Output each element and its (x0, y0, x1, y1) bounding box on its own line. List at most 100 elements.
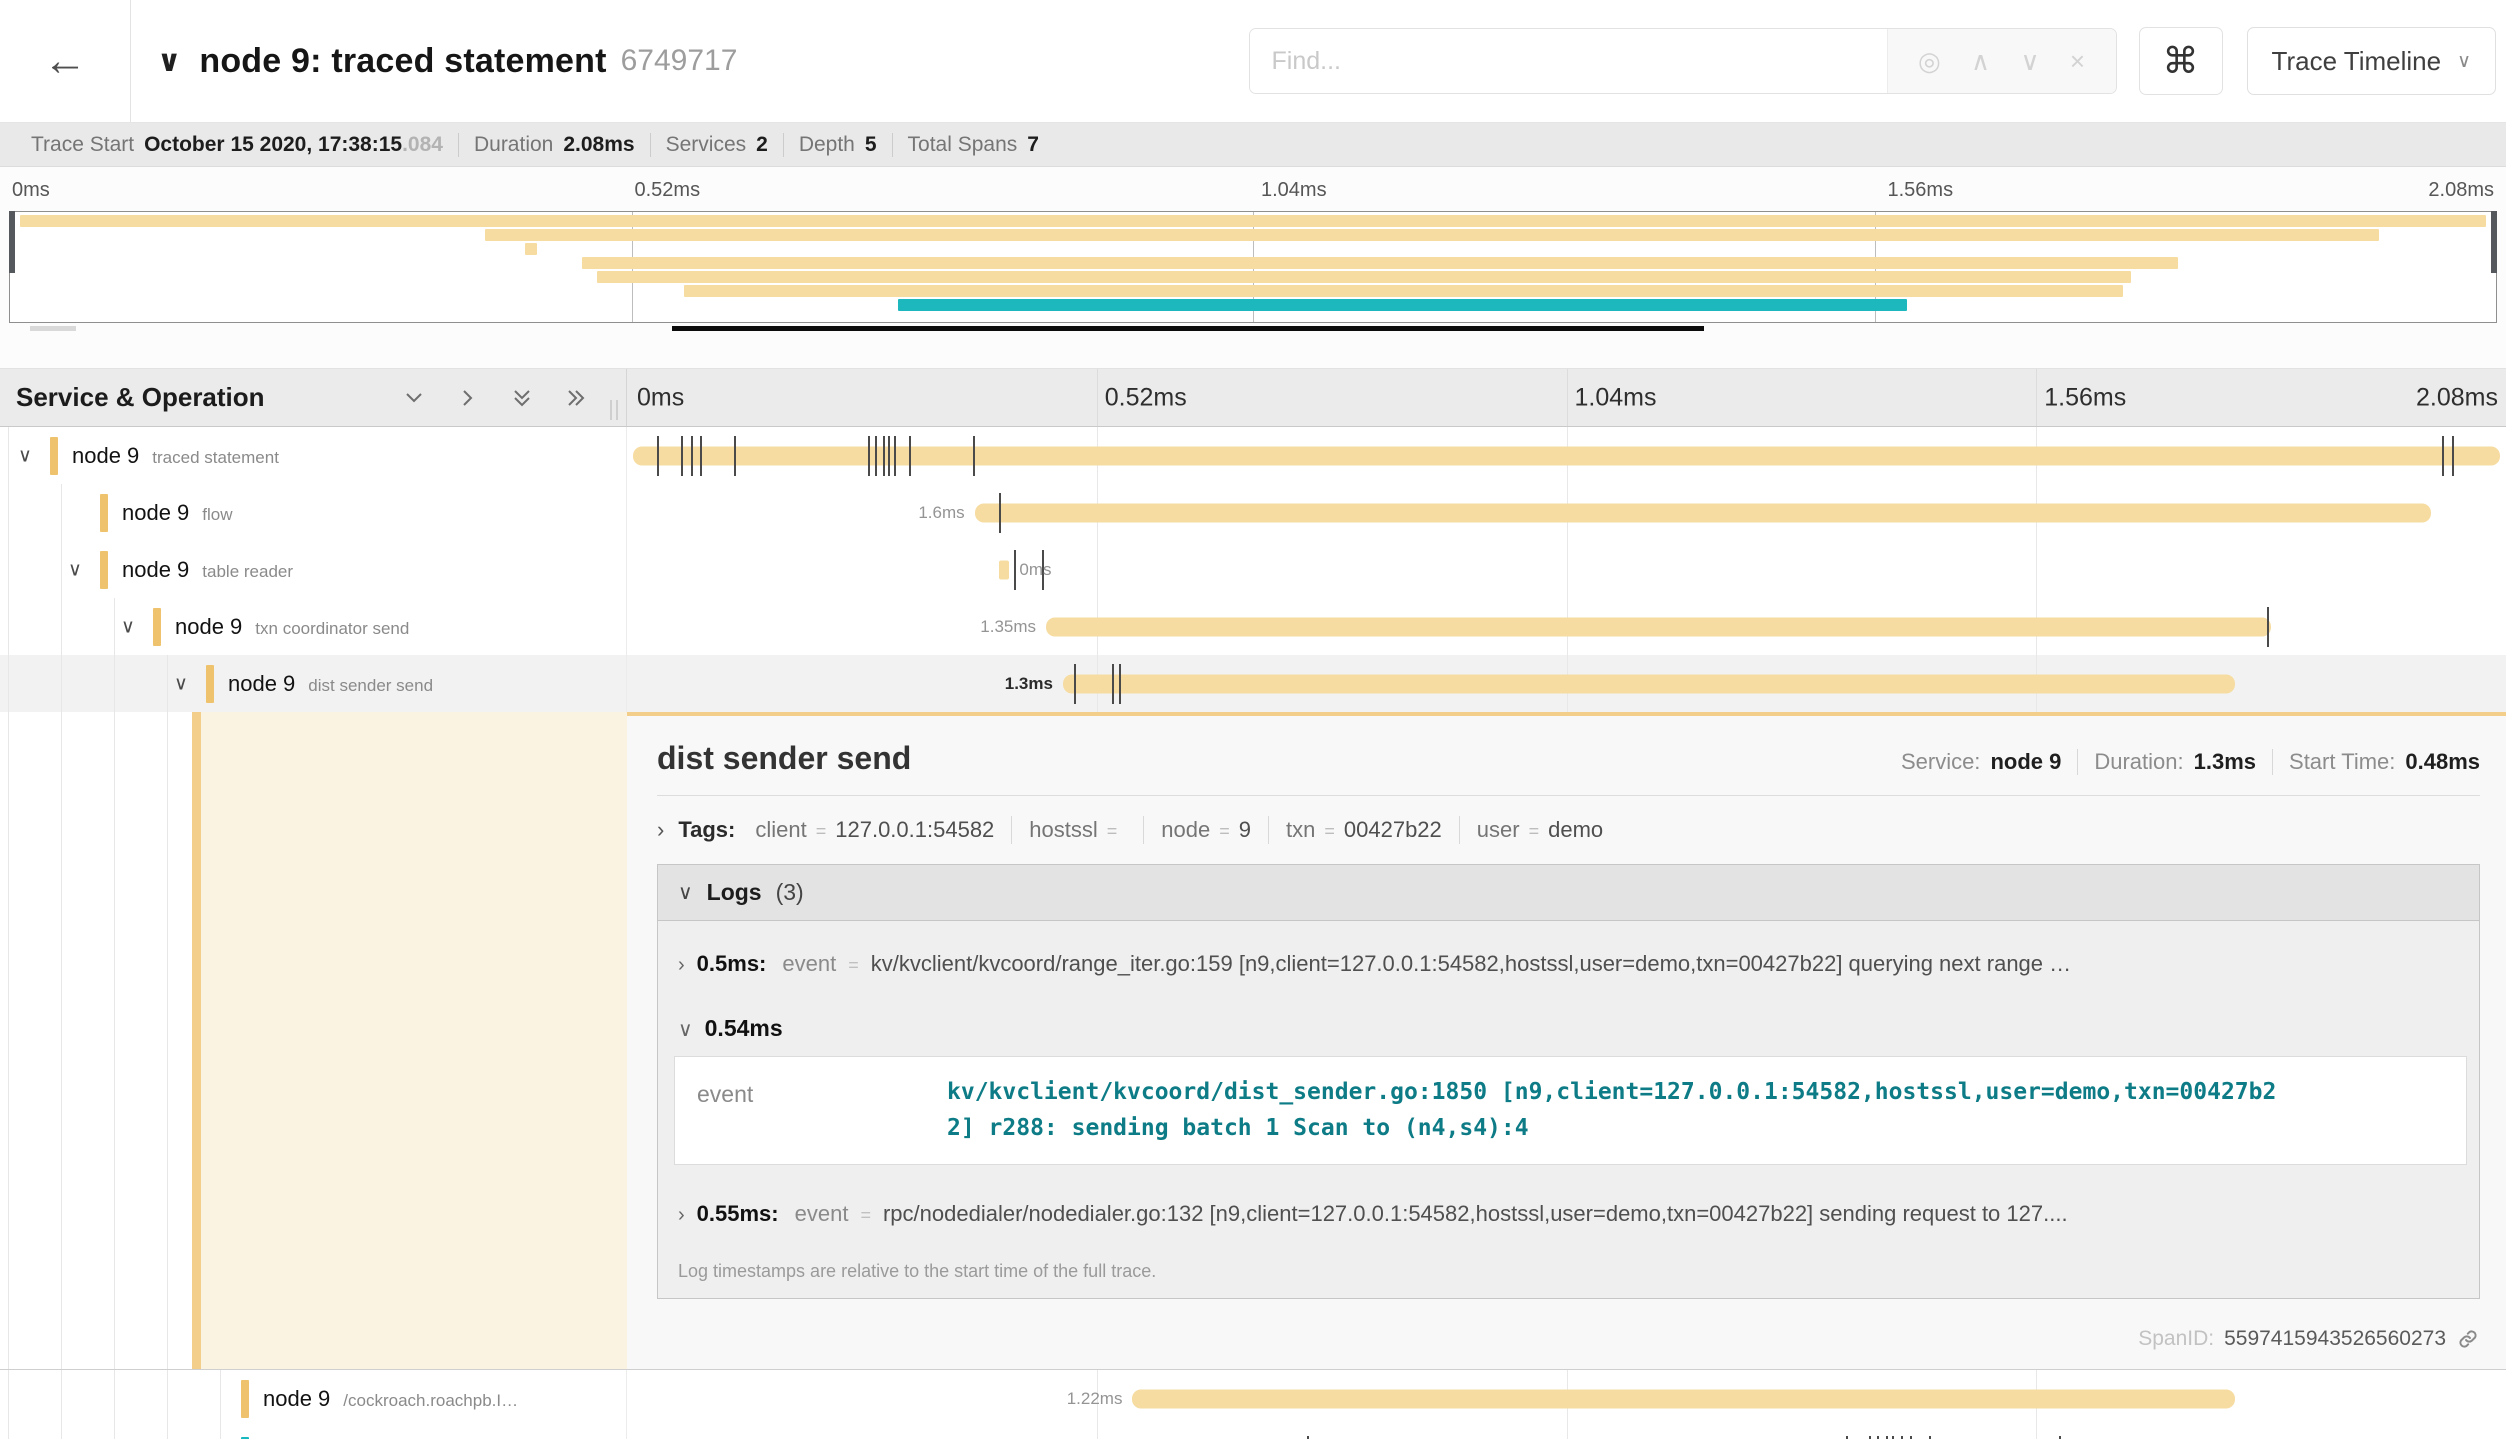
tag: node=9 (1144, 817, 1268, 843)
span-name: node 9traced statement (72, 443, 279, 469)
span-duration-bar[interactable] (999, 560, 1009, 579)
span-timeline-cell[interactable] (627, 427, 2506, 484)
indent-guide (61, 655, 62, 712)
prev-result-icon[interactable]: ∧ (1971, 48, 1990, 74)
log-marker-tick (1074, 664, 1076, 704)
tags-row[interactable]: › Tags: client=127.0.0.1:54582hostssl=no… (657, 816, 2480, 844)
timeline-gridline (1097, 369, 1098, 426)
log-marker-tick (909, 436, 911, 476)
span-duration-bar[interactable] (1132, 1389, 2235, 1408)
span-row[interactable]: ∨node 9txn coordinator send1.35ms (0, 598, 2506, 655)
span-duration-bar[interactable] (975, 503, 2431, 522)
span-row[interactable]: node 9flow1.6ms (0, 484, 2506, 541)
keyboard-shortcuts-button[interactable]: ⌘ (2139, 27, 2223, 95)
find-controls: ◎ ∧ ∨ × (1887, 29, 2116, 93)
chevron-down-icon: ∨ (678, 880, 693, 905)
chevron-down-icon[interactable]: ∨ (121, 615, 135, 638)
axis-tick-label: 0.52ms (1105, 383, 1187, 412)
chevron-down-icon[interactable]: ∨ (18, 444, 32, 467)
span-name: node 9dist sender send (228, 671, 433, 697)
locate-icon[interactable]: ◎ (1918, 48, 1941, 74)
tag-key: txn (1286, 817, 1315, 843)
service-name: node 9 (122, 557, 189, 583)
copy-link-icon[interactable] (2456, 1327, 2480, 1351)
span-tree-cell[interactable]: ∨ node 9traced statement (0, 427, 627, 484)
span-tree-cell[interactable]: node 4/cockroach.roachpb.I… (0, 1427, 627, 1439)
span-tree-cell[interactable]: node 9/cockroach.roachpb.I… (0, 1370, 627, 1427)
span-row[interactable]: ∨ node 9dist sender send 1.3ms (0, 655, 2506, 712)
collapse-all-icon[interactable] (510, 386, 534, 410)
indent-guide (167, 655, 168, 712)
chevron-right-icon: › (678, 954, 685, 977)
log-timestamp: 0.55ms: (697, 1201, 779, 1227)
log-marker-tick (691, 436, 693, 476)
minimap-span-bar (20, 215, 2486, 227)
indent-guide (220, 1370, 221, 1427)
span-timeline-cell[interactable]: 1.22ms (627, 1370, 2506, 1427)
span-duration-bar[interactable] (1046, 617, 2271, 636)
detail-meta-value: 1.3ms (2194, 749, 2256, 775)
span-duration-label: 0ms (1019, 560, 1051, 580)
next-result-icon[interactable]: ∨ (2020, 48, 2039, 74)
chevron-down-icon[interactable]: ∨ (68, 558, 82, 581)
span-duration-bar[interactable] (633, 446, 2501, 465)
span-timeline-cell[interactable]: 1.35ms (627, 598, 2506, 655)
horizontal-scrollbar[interactable] (672, 326, 1704, 331)
span-row[interactable]: ∨ node 9traced statement (0, 427, 2506, 484)
log-entry-collapsed[interactable]: › 0.5ms: event = kv/kvclient/kvcoord/ran… (668, 927, 2469, 1001)
span-row[interactable]: ∨node 9table reader0ms (0, 541, 2506, 598)
clear-search-icon[interactable]: × (2070, 48, 2085, 74)
logs-header[interactable]: ∨ Logs (3) (658, 865, 2479, 921)
minimap-canvas[interactable] (9, 211, 2497, 323)
service-name: node 9 (228, 671, 295, 697)
indent-guide (61, 598, 62, 655)
selected-span-color-strip (192, 712, 201, 1369)
span-tree-cell[interactable]: ∨node 9txn coordinator send (0, 598, 627, 655)
axis-tick-label: 1.04ms (1575, 383, 1657, 412)
log-marker-tick (883, 436, 885, 476)
span-tree-cell[interactable]: node 9flow (0, 484, 627, 541)
service-name: node 9 (72, 443, 139, 469)
tags-label: Tags: (678, 817, 735, 843)
tag: user=demo (1460, 817, 1620, 843)
span-timeline-cell[interactable]: 1.6ms (627, 484, 2506, 541)
expand-all-icon[interactable] (564, 386, 588, 410)
log-field-value: rpc/nodedialer/nodedialer.go:132 [n9,cli… (883, 1201, 2459, 1227)
span-row[interactable]: node 9/cockroach.roachpb.I…1.22ms (0, 1370, 2506, 1427)
find-input[interactable] (1250, 29, 1887, 93)
log-entry-collapsed[interactable]: › 0.55ms: event = rpc/nodedialer/nodedia… (668, 1177, 2469, 1251)
indent-guide (114, 1427, 115, 1439)
minimap-right-drag-handle[interactable] (2491, 211, 2497, 273)
axis-tick-label: 0ms (637, 383, 684, 412)
span-duration-bar[interactable] (1063, 674, 2235, 693)
span-tree-cell[interactable]: ∨ node 9dist sender send (0, 655, 627, 712)
span-timeline-cell[interactable]: 0.85ms (627, 1427, 2506, 1439)
minimap-span-bar (582, 257, 2178, 269)
indent-guide (167, 1370, 168, 1427)
span-timeline-cell[interactable]: 0ms (627, 541, 2506, 598)
span-tree-cell[interactable]: ∨node 9table reader (0, 541, 627, 598)
span-detail-panel: dist sender send Service: node 9 Duratio… (627, 712, 2506, 1369)
log-marker-tick (2442, 436, 2444, 476)
chevron-down-icon[interactable]: ∨ (174, 672, 188, 695)
indent-guide (8, 655, 9, 712)
collapse-trace-chevron-icon[interactable]: ∨ (157, 44, 181, 79)
tag-key: client (755, 817, 806, 843)
span-timeline-cell[interactable]: 1.3ms (627, 655, 2506, 712)
summary-services: Services 2 (651, 133, 783, 157)
minimap-left-drag-handle[interactable] (9, 211, 15, 273)
summary-fraction: .084 (402, 133, 443, 156)
column-resize-grip[interactable] (610, 400, 618, 420)
span-row[interactable]: node 4/cockroach.roachpb.I…0.85ms (0, 1427, 2506, 1439)
expand-one-icon[interactable] (456, 386, 480, 410)
trace-title-group: ∨ node 9: traced statement 6749717 (157, 42, 737, 81)
log-entry-expanded-header[interactable]: ∨ 0.54ms (668, 1001, 2469, 1054)
minimap-tick: 2.08ms (2428, 179, 2494, 202)
service-color-swatch (241, 1380, 249, 1418)
view-selector-button[interactable]: Trace Timeline ∨ (2247, 27, 2496, 95)
back-button[interactable]: ← (0, 0, 131, 122)
log-field-key: event (697, 1075, 947, 1146)
log-marker-tick (1112, 664, 1114, 704)
log-event-detail: event kv/kvclient/kvcoord/dist_sender.go… (674, 1056, 2467, 1165)
collapse-one-icon[interactable] (402, 386, 426, 410)
